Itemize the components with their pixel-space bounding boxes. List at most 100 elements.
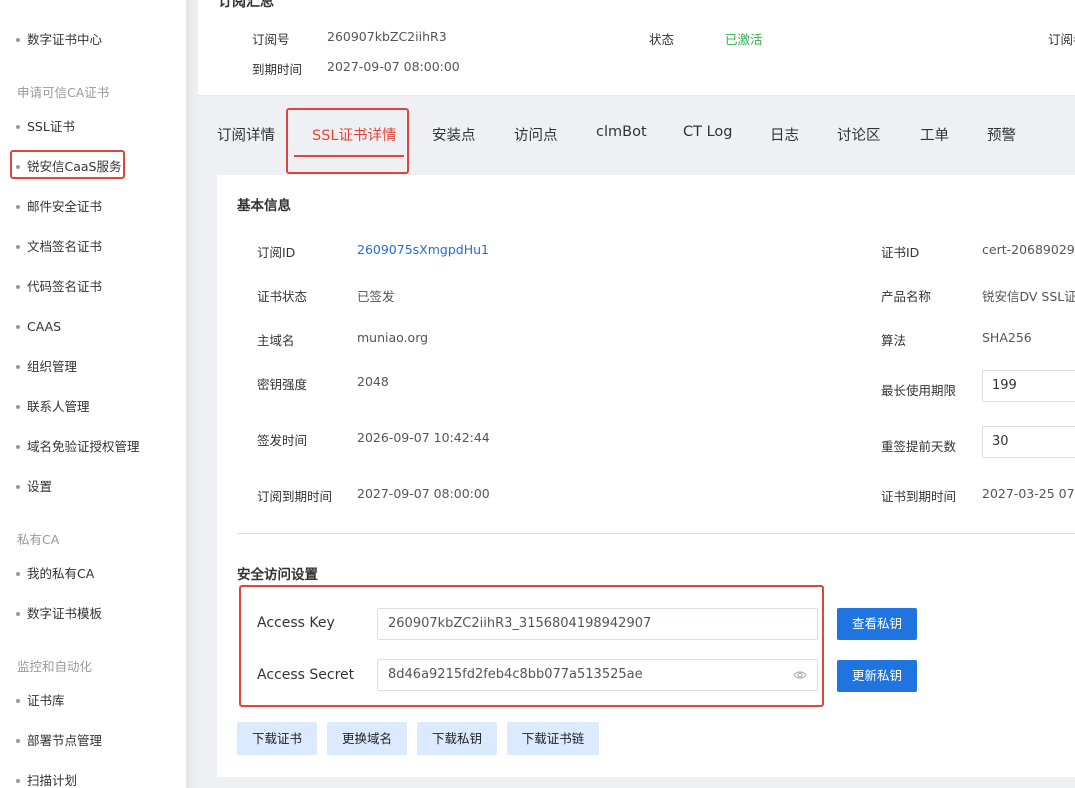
sidebar-item-caas[interactable]: CAAS bbox=[16, 315, 61, 339]
algo-label: 算法 bbox=[881, 333, 907, 348]
bullet-icon bbox=[16, 324, 20, 329]
sidebar: 数字证书中心 申请可信CA证书 SSL证书 锐安信CaaS服务 邮件安全证书 文… bbox=[0, 0, 186, 788]
section-divider bbox=[237, 533, 1075, 534]
sidebar-item-label: 数字证书中心 bbox=[27, 32, 103, 47]
bullet-icon bbox=[16, 37, 20, 42]
cert-expire-label: 证书到期时间 bbox=[881, 489, 957, 504]
highlight-frame bbox=[239, 585, 824, 707]
sidebar-item-contacts[interactable]: 联系人管理 bbox=[16, 395, 90, 419]
domain-label: 主域名 bbox=[257, 333, 295, 348]
issued-value: 2026-09-07 10:42:44 bbox=[357, 430, 490, 445]
change-domain-button[interactable]: 更换域名 bbox=[327, 722, 407, 755]
sidebar-item-settings[interactable]: 设置 bbox=[16, 475, 52, 499]
sidebar-item-doc-sign[interactable]: 文档签名证书 bbox=[16, 235, 102, 259]
tab-alerts[interactable]: 预警 bbox=[987, 124, 1016, 145]
subscription-summary: 订阅汇总 订阅号 260907kbZC2iihR3 状态 已激活 订阅者 到期时… bbox=[198, 0, 1075, 96]
sidebar-item-org[interactable]: 组织管理 bbox=[16, 355, 77, 379]
bullet-icon bbox=[16, 244, 20, 249]
cert-details-card: 基本信息 订阅ID 2609075sXmgpdHu1 证书状态 已签发 主域名 … bbox=[217, 175, 1075, 777]
bullet-icon bbox=[16, 124, 20, 129]
bullet-icon bbox=[16, 778, 20, 783]
tab-discussion[interactable]: 讨论区 bbox=[837, 124, 881, 145]
security-title: 安全访问设置 bbox=[237, 567, 318, 583]
sidebar-item-label: SSL证书 bbox=[27, 119, 75, 134]
tab-access-points[interactable]: 访问点 bbox=[514, 124, 558, 145]
sidebar-item-cert-template[interactable]: 数字证书模板 bbox=[16, 602, 102, 626]
sidebar-item-label: 部署节点管理 bbox=[27, 733, 103, 748]
tab-install-points[interactable]: 安装点 bbox=[432, 124, 476, 145]
download-cert-button[interactable]: 下载证书 bbox=[237, 722, 317, 755]
cert-expire-value: 2027-03-25 07:59 bbox=[982, 486, 1075, 501]
tab-tickets[interactable]: 工单 bbox=[920, 124, 949, 145]
product-label: 产品名称 bbox=[881, 289, 932, 304]
cert-status-value: 已签发 bbox=[357, 289, 395, 304]
tab-bar: 订阅详情 SSL证书详情 安装点 访问点 clmBot CT Log 日志 讨论… bbox=[198, 106, 1075, 174]
renew-key-button[interactable]: 更新私钥 bbox=[837, 660, 917, 692]
sidebar-item-label: 证书库 bbox=[27, 693, 65, 708]
status-badge: 已激活 bbox=[725, 32, 763, 47]
sidebar-item-label: 我的私有CA bbox=[27, 566, 95, 581]
bullet-icon bbox=[16, 204, 20, 209]
sidebar-item-deploy-nodes[interactable]: 部署节点管理 bbox=[16, 729, 102, 753]
sidebar-item-email-cert[interactable]: 邮件安全证书 bbox=[16, 195, 102, 219]
max-use-input[interactable]: 199 bbox=[982, 370, 1075, 402]
highlight-frame bbox=[10, 150, 125, 179]
domain-value: muniao.org bbox=[357, 330, 429, 345]
tab-clmbot[interactable]: clmBot bbox=[596, 124, 647, 140]
sidebar-item-my-private-ca[interactable]: 我的私有CA bbox=[16, 562, 94, 586]
sidebar-item-label: CAAS bbox=[27, 319, 62, 334]
sidebar-item-label: 联系人管理 bbox=[27, 399, 90, 414]
key-strength-label: 密钥强度 bbox=[257, 377, 308, 392]
tab-subscription-details[interactable]: 订阅详情 bbox=[217, 124, 275, 145]
sidebar-item-cert-store[interactable]: 证书库 bbox=[16, 689, 65, 713]
expire-value: 2027-09-07 08:00:00 bbox=[327, 59, 460, 74]
summary-title: 订阅汇总 bbox=[218, 0, 274, 10]
sidebar-item-label: 代码签名证书 bbox=[27, 279, 103, 294]
order-value: 260907kbZC2iihR3 bbox=[327, 29, 447, 44]
subscriber-label: 订阅者 bbox=[1048, 32, 1075, 47]
sidebar-item-label: 域名免验证授权管理 bbox=[27, 439, 140, 454]
tab-logs[interactable]: 日志 bbox=[770, 124, 799, 145]
sidebar-group-apply-ca: 申请可信CA证书 bbox=[17, 85, 110, 100]
sidebar-item-scan-plan[interactable]: 扫描计划 bbox=[16, 769, 77, 788]
download-chain-button[interactable]: 下载证书链 bbox=[507, 722, 599, 755]
max-use-label: 最长使用期限 bbox=[881, 383, 957, 398]
bullet-icon bbox=[16, 611, 20, 616]
renew-days-input[interactable]: 30 bbox=[982, 426, 1075, 458]
status-label: 状态 bbox=[649, 32, 675, 47]
bullet-icon bbox=[16, 284, 20, 289]
sidebar-item-code-sign[interactable]: 代码签名证书 bbox=[16, 275, 102, 299]
download-key-button[interactable]: 下载私钥 bbox=[417, 722, 497, 755]
sub-expire-value: 2027-09-07 08:00:00 bbox=[357, 486, 490, 501]
sidebar-item-label: 扫描计划 bbox=[27, 773, 78, 788]
view-key-button[interactable]: 查看私钥 bbox=[837, 608, 917, 640]
issued-label: 签发时间 bbox=[257, 433, 308, 448]
bullet-icon bbox=[16, 404, 20, 409]
sidebar-item-label: 组织管理 bbox=[27, 359, 78, 374]
sidebar-group-monitor: 监控和自动化 bbox=[17, 659, 93, 674]
product-value: 锐安信DV SSL证书 bbox=[982, 289, 1075, 304]
sub-expire-label: 订阅到期时间 bbox=[257, 489, 333, 504]
bullet-icon bbox=[16, 698, 20, 703]
bullet-icon bbox=[16, 364, 20, 369]
sidebar-item-domain-auth[interactable]: 域名免验证授权管理 bbox=[16, 435, 140, 459]
cert-id-value: cert-2068902967 bbox=[982, 242, 1075, 257]
algo-value: SHA256 bbox=[982, 330, 1032, 345]
sidebar-divider bbox=[186, 0, 198, 788]
renew-days-label: 重签提前天数 bbox=[881, 439, 957, 454]
order-label: 订阅号 bbox=[252, 32, 290, 47]
bullet-icon bbox=[16, 444, 20, 449]
subscription-id-label: 订阅ID bbox=[257, 245, 296, 260]
sidebar-item-label: 数字证书模板 bbox=[27, 606, 103, 621]
cert-status-label: 证书状态 bbox=[257, 289, 308, 304]
sidebar-group-private-ca: 私有CA bbox=[17, 532, 60, 547]
tab-ct-log[interactable]: CT Log bbox=[683, 124, 733, 140]
subscription-id-link[interactable]: 2609075sXmgpdHu1 bbox=[357, 242, 489, 257]
sidebar-item-label: 文档签名证书 bbox=[27, 239, 103, 254]
bullet-icon bbox=[16, 484, 20, 489]
bullet-icon bbox=[16, 571, 20, 576]
sidebar-item-ssl[interactable]: SSL证书 bbox=[16, 115, 75, 139]
sidebar-item-label: 设置 bbox=[27, 479, 53, 494]
sidebar-item-cert-center[interactable]: 数字证书中心 bbox=[16, 28, 102, 52]
highlight-frame bbox=[286, 108, 409, 174]
